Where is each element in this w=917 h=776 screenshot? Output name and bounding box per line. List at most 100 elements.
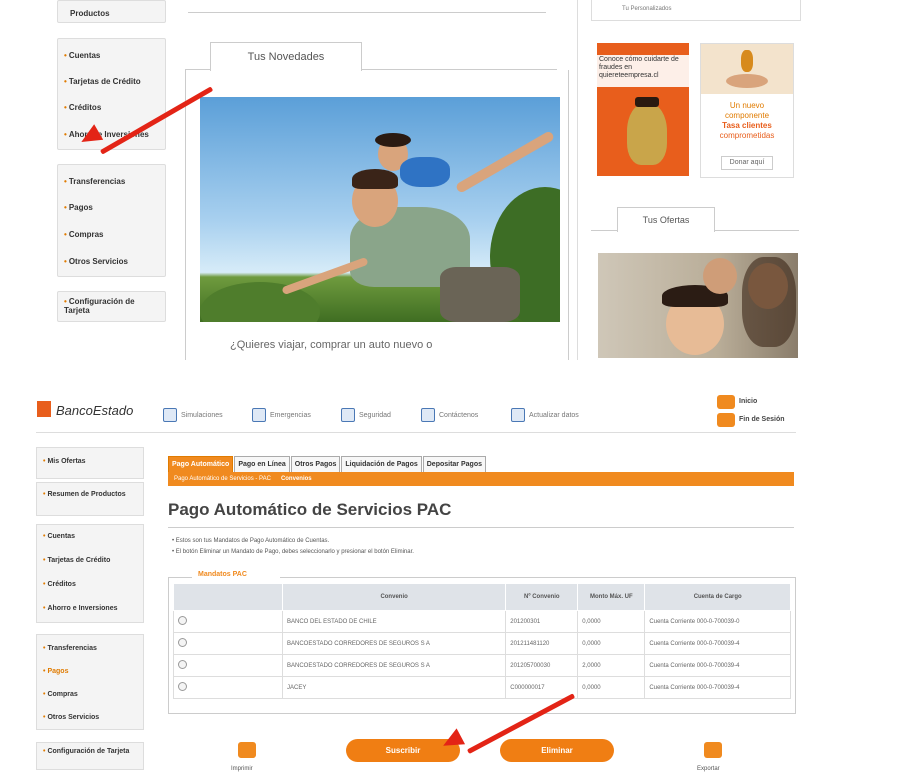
breadcrumb: Pago Automático de Servicios - PAC Conven…: [168, 472, 794, 486]
promo-photo: [200, 97, 560, 322]
instruction-1: • Estos son tus Mandatos de Pago Automát…: [172, 538, 330, 544]
sidebar-products-box: Productos: [57, 0, 166, 23]
tab-liquidacion[interactable]: Liquidación de Pagos: [341, 456, 422, 472]
logout-icon[interactable]: [717, 413, 735, 427]
sidebar-item-resumen[interactable]: • Resumen de Productos: [43, 490, 133, 499]
cell-convenio: BANCO DEL ESTADO DE CHILE: [281, 610, 507, 633]
home-icon[interactable]: [717, 395, 735, 409]
cell-numero: 201211481120: [505, 632, 579, 655]
ad-componente[interactable]: Un nuevo componente Tasa clientes compro…: [700, 43, 794, 178]
lock-icon: [341, 408, 355, 422]
sidebar-item-mis-ofertas[interactable]: • Mis Ofertas: [43, 458, 86, 465]
sidebar-resumen-box: • Resumen de Productos: [36, 482, 144, 516]
tab-tus-novedades[interactable]: Tus Novedades: [210, 42, 362, 71]
ad-fraudes[interactable]: Conoce cómo cuidarte de fraudes en quier…: [597, 43, 689, 176]
tab-pago-en-linea[interactable]: Pago en Línea: [234, 456, 290, 472]
tab-depositar[interactable]: Depositar Pagos: [422, 456, 486, 472]
cell-cuenta: Cuenta Corriente 000-0-700039-0: [644, 610, 791, 633]
content-border-right: [568, 70, 569, 360]
cell-monto: 2,0000: [577, 654, 646, 677]
cell-convenio: BANCOESTADO CORREDORES DE SEGUROS S A: [281, 632, 507, 655]
cell-cuenta: Cuenta Corriente 000-0-700039-4: [644, 654, 791, 677]
sidebar-item-config-b[interactable]: • Configuración de Tarjeta: [43, 748, 133, 756]
table-row[interactable]: BANCOESTADO CORREDORES DE SEGUROS S A 20…: [173, 632, 791, 655]
export-icon[interactable]: [704, 742, 722, 758]
link-inicio[interactable]: Inicio: [739, 398, 757, 405]
breadcrumb-current: Pago Automático de Servicios - PAC: [174, 476, 271, 482]
sidebar-item-tarjetas[interactable]: • Tarjetas de Crédito: [64, 77, 141, 86]
col-convenio: Convenio: [281, 583, 507, 611]
nav-contactenos[interactable]: Contáctenos: [421, 408, 478, 422]
row-radio[interactable]: [178, 682, 187, 691]
figure-icon: [741, 50, 753, 72]
sidebar-mis-ofertas-box: • Mis Ofertas: [36, 447, 144, 479]
tab-otros-pagos[interactable]: Otros Pagos: [290, 456, 341, 472]
nav-simulaciones[interactable]: Simulaciones: [163, 408, 223, 422]
title-rule: [168, 527, 794, 528]
cell-cuenta: Cuenta Corriente 000-0-700039-4: [644, 676, 791, 699]
sidebar-item-creditos-b[interactable]: • Créditos: [43, 581, 76, 588]
family-photo: [598, 253, 798, 358]
promo-caption: ¿Quieres viajar, comprar un auto nuevo o: [230, 339, 433, 351]
cell-convenio: JACEY: [281, 676, 507, 699]
print-icon[interactable]: [238, 742, 256, 758]
eliminar-button[interactable]: Eliminar: [500, 739, 614, 762]
export-label[interactable]: Exportar: [697, 766, 720, 772]
table-row[interactable]: BANCO DEL ESTADO DE CHILE 201200301 0,00…: [173, 610, 791, 633]
row-radio[interactable]: [178, 638, 187, 647]
sidebar-item-transferencias[interactable]: • Transferencias: [64, 177, 125, 186]
tab-pago-automatico[interactable]: Pago Automático: [168, 456, 234, 472]
sidebar-group-1: • Cuentas • Tarjetas de Crédito • Créditos …: [57, 38, 166, 150]
sidebar-item-creditos[interactable]: • Créditos: [64, 103, 101, 112]
print-label[interactable]: Imprimir: [231, 766, 253, 772]
table-row[interactable]: JACEY C000000017 0,0000 Cuenta Corriente…: [173, 676, 791, 699]
cell-numero: 201200301: [505, 610, 579, 633]
page-title: Pago Automático de Servicios PAC: [168, 500, 452, 519]
nav-actualizar-datos[interactable]: Actualizar datos: [511, 408, 579, 422]
top-rule: [188, 12, 546, 13]
cell-monto: 0,0000: [577, 610, 646, 633]
table-row[interactable]: BANCOESTADO CORREDORES DE SEGUROS S A 20…: [173, 654, 791, 677]
breadcrumb-convenios[interactable]: Convenios: [281, 476, 312, 482]
envelope-icon: [421, 408, 435, 422]
table-header-row: Convenio Nº Convenio Monto Máx. UF Cuent…: [173, 583, 791, 611]
sidebar-group-1-bottom: • Cuentas • Tarjetas de Crédito • Créditos …: [36, 524, 144, 623]
user-edit-icon: [511, 408, 525, 422]
nav-emergencias[interactable]: Emergencias: [252, 408, 311, 422]
link-fin-sesion[interactable]: Fin de Sesión: [739, 416, 785, 423]
col-numero: Nº Convenio: [505, 583, 579, 611]
cell-monto: 0,0000: [577, 632, 646, 655]
sidebar-item-configuracion[interactable]: • Configuración de Tarjeta: [64, 297, 154, 315]
ad-line-1: Un nuevo: [729, 101, 765, 110]
row-radio[interactable]: [178, 616, 187, 625]
sidebar-item-cuentas[interactable]: • Cuentas: [64, 51, 100, 60]
cell-numero: 201205700030: [505, 654, 579, 677]
col-monto: Monto Máx. UF: [577, 583, 646, 611]
payment-tabs: Pago Automático Pago en Línea Otros Pago…: [168, 456, 487, 472]
ad-donar-link[interactable]: Donar aquí: [721, 156, 773, 170]
cell-monto: 0,0000: [577, 676, 646, 699]
sidebar-item-otros-b[interactable]: • Otros Servicios: [43, 714, 99, 721]
sidebar-item-compras[interactable]: • Compras: [64, 230, 104, 239]
sidebar-item-pagos-b[interactable]: • Pagos: [43, 668, 68, 675]
sidebar-item-pagos[interactable]: • Pagos: [64, 203, 93, 212]
sidebar-item-tarjetas-b[interactable]: • Tarjetas de Crédito: [43, 557, 110, 564]
duck-illustration: [627, 103, 667, 165]
sidebar-item-cuentas-b[interactable]: • Cuentas: [43, 533, 75, 540]
right-top-label: Tu Personalizados: [622, 6, 672, 12]
nav-seguridad[interactable]: Seguridad: [341, 408, 391, 422]
sidebar-item-ahorro-b[interactable]: • Ahorro e Inversiones: [43, 605, 117, 612]
sidebar-item-compras-b[interactable]: • Compras: [43, 691, 78, 698]
bancoestado-logo-icon: [37, 401, 51, 417]
sidebar-item-otros-servicios[interactable]: • Otros Servicios: [64, 257, 128, 266]
col-cuenta: Cuenta de Cargo: [644, 583, 791, 611]
tab-baseline-left: [185, 69, 210, 70]
tab-tus-ofertas[interactable]: Tus Ofertas: [617, 207, 715, 232]
row-radio[interactable]: [178, 660, 187, 669]
content-border-left: [185, 70, 186, 360]
sidebar-item-productos[interactable]: Productos: [70, 9, 110, 18]
sidebar-item-transferencias-b[interactable]: • Transferencias: [43, 645, 97, 652]
column-divider: [577, 0, 578, 360]
col-select: [173, 583, 283, 611]
sidebar-config-box: • Configuración de Tarjeta: [57, 291, 166, 322]
